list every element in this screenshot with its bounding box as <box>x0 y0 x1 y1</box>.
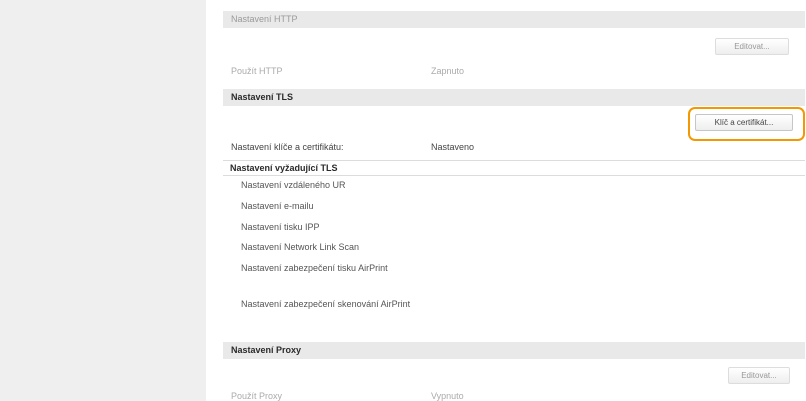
proxy-settings-header: Nastavení Proxy <box>223 342 805 359</box>
list-item: Nastavení vzdáleného UR <box>241 180 346 190</box>
main-content: Nastavení HTTP Editovat... Použít HTTP Z… <box>223 0 805 401</box>
key-and-certificate-button[interactable]: Klíč a certifikát... <box>695 114 793 131</box>
list-item: Nastavení e-mailu <box>241 201 314 211</box>
divider <box>223 160 805 161</box>
key-cert-setting-value: Nastaveno <box>431 142 475 152</box>
use-http-value: Zapnuto <box>431 66 465 76</box>
use-proxy-label: Použít Proxy <box>231 391 283 401</box>
tls-requiring-settings-title: Nastavení vyžadující TLS <box>230 163 338 173</box>
list-item: Nastavení tisku IPP <box>241 222 320 232</box>
use-proxy-value: Vypnuto <box>431 391 464 401</box>
list-item: Nastavení zabezpečení skenování AirPrint <box>241 299 411 309</box>
left-navigation-panel <box>0 0 206 401</box>
proxy-edit-button[interactable]: Editovat... <box>728 367 790 384</box>
divider <box>223 175 805 176</box>
use-http-label: Použít HTTP <box>231 66 283 76</box>
list-item: Nastavení Network Link Scan <box>241 242 360 252</box>
key-cert-setting-label: Nastavení klíče a certifikátu: <box>231 142 344 152</box>
http-edit-button[interactable]: Editovat... <box>715 38 789 55</box>
http-settings-header: Nastavení HTTP <box>223 11 805 28</box>
tls-settings-header: Nastavení TLS <box>223 89 805 106</box>
list-item: Nastavení zabezpečení tisku AirPrint <box>241 263 388 273</box>
